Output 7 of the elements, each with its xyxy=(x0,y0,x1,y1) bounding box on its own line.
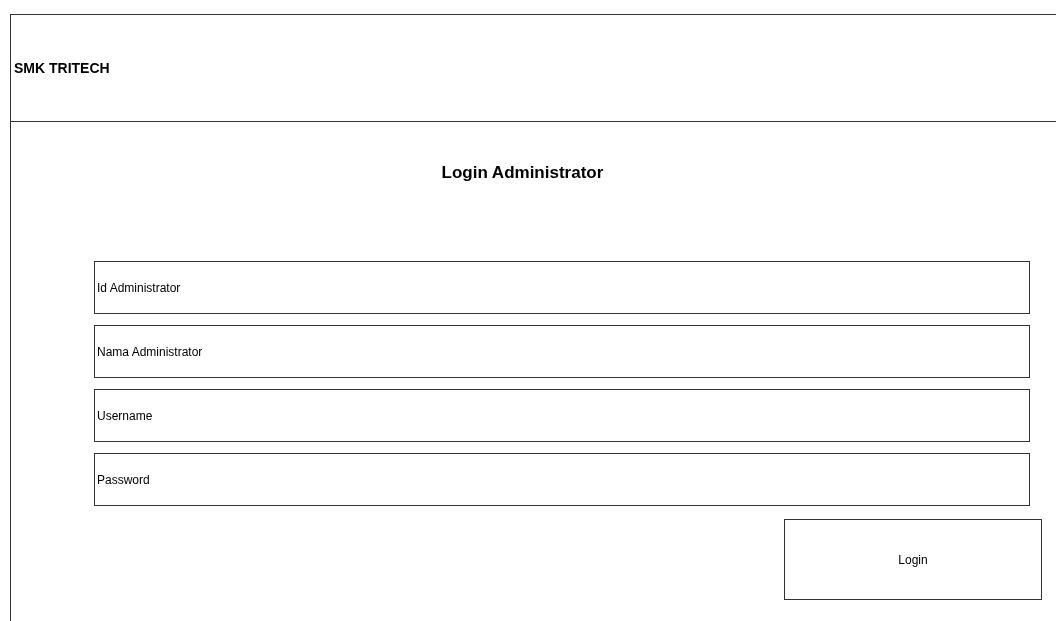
login-button[interactable]: Login xyxy=(784,519,1042,600)
form-title: Login Administrator xyxy=(441,163,604,183)
input-field[interactable]: Password xyxy=(94,453,1030,506)
app-title: SMK TRITECH xyxy=(13,60,110,76)
input-field[interactable]: Id Administrator xyxy=(94,261,1030,314)
input-field[interactable]: Username xyxy=(94,389,1030,442)
input-field[interactable]: Nama Administrator xyxy=(94,325,1030,378)
